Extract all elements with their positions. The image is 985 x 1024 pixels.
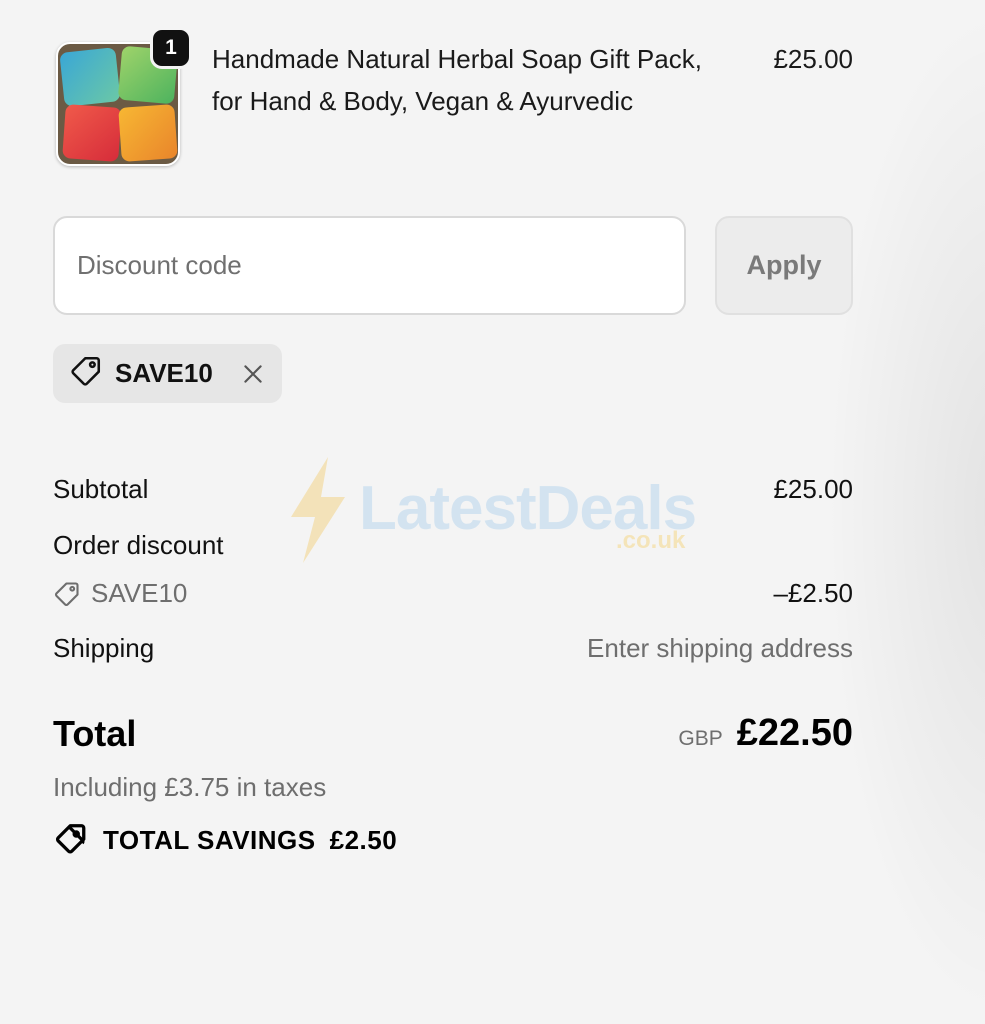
discount-value: –£2.50 [773, 578, 853, 608]
taxes-note: Including £3.75 in taxes [53, 772, 327, 802]
applied-code-label: SAVE10 [115, 358, 213, 388]
shipping-label: Shipping [53, 633, 155, 663]
total-label: Total [53, 712, 137, 754]
total-savings: TOTAL SAVINGS £2.50 [53, 822, 397, 858]
discount-code-input[interactable] [53, 216, 686, 315]
subtotal-label: Subtotal [53, 474, 149, 504]
discount-detail-row: SAVE10 –£2.50 [53, 578, 853, 609]
savings-value: £2.50 [329, 824, 398, 855]
line-item: 1 Handmade Natural Herbal Soap Gift Pack… [53, 27, 853, 171]
currency-code: GBP [678, 727, 723, 750]
quantity-badge: 1 [150, 27, 192, 69]
discount-code-text: SAVE10 [91, 578, 188, 608]
savings-tag-icon [55, 824, 86, 854]
remove-discount-button[interactable] [240, 361, 266, 387]
discount-code-detail: SAVE10 [53, 578, 187, 609]
applied-discount-chip: SAVE10 [53, 344, 282, 403]
order-discount-label: Order discount [53, 530, 224, 560]
tag-icon [54, 581, 79, 606]
apply-button[interactable]: Apply [715, 216, 853, 315]
subtotal-row: Subtotal £25.00 [53, 474, 853, 505]
order-discount-row: Order discount [53, 530, 853, 561]
total-amount: GBP £22.50 [678, 712, 853, 755]
total-value: £22.50 [736, 712, 853, 754]
tag-icon [69, 354, 103, 393]
total-row: Total GBP £22.50 [53, 712, 853, 755]
shipping-value: Enter shipping address [587, 633, 853, 663]
shipping-row: Shipping Enter shipping address [53, 633, 853, 664]
subtotal-value: £25.00 [773, 474, 853, 504]
product-title: Handmade Natural Herbal Soap Gift Pack, … [212, 44, 702, 116]
product-price: £25.00 [773, 44, 853, 74]
savings-label: TOTAL SAVINGS [103, 824, 316, 855]
close-icon [244, 364, 262, 383]
